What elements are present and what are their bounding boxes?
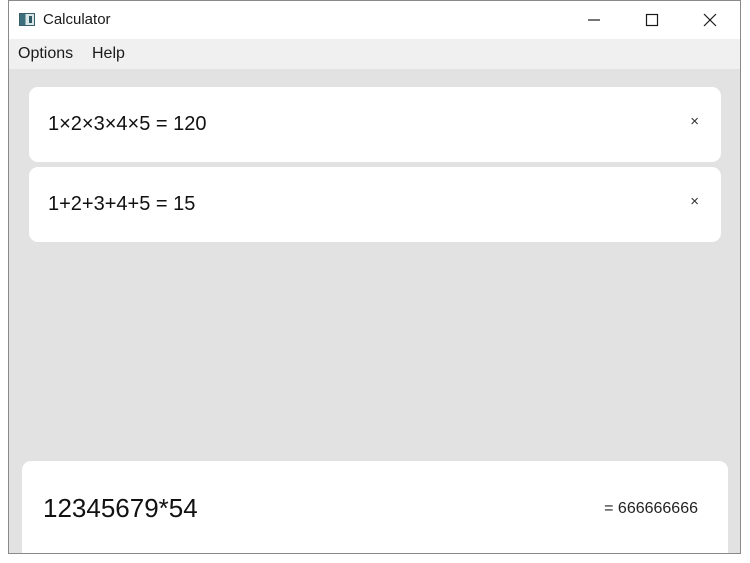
close-button[interactable] — [681, 1, 739, 39]
maximize-button[interactable] — [623, 1, 681, 39]
title-bar[interactable]: Calculator — [9, 1, 740, 39]
menu-options[interactable]: Options — [18, 45, 73, 63]
maximize-icon — [645, 13, 659, 27]
calculator-app-icon — [19, 13, 35, 26]
history-entry[interactable]: 1+2+3+4+5 = 15 × — [29, 167, 721, 242]
menu-bar: Options Help — [9, 39, 740, 69]
minimize-icon — [588, 19, 600, 21]
minimize-button[interactable] — [565, 1, 623, 39]
remove-entry-button[interactable]: × — [690, 194, 699, 209]
close-icon — [703, 13, 717, 27]
history-expression: 1+2+3+4+5 = 15 — [48, 193, 196, 215]
remove-entry-button[interactable]: × — [690, 114, 699, 129]
history-entry[interactable]: 1×2×3×4×5 = 120 × — [29, 87, 721, 162]
history-expression: 1×2×3×4×5 = 120 — [48, 113, 207, 135]
result-preview: = 666666666 — [604, 500, 698, 517]
calculator-window: Calculator Options Help 1×2×3×4×5 = 120 … — [8, 0, 741, 554]
input-panel[interactable]: 12345679*54 = 666666666 — [22, 461, 728, 553]
expression-input[interactable]: 12345679*54 — [43, 493, 198, 524]
window-title: Calculator — [43, 11, 111, 28]
menu-help[interactable]: Help — [92, 45, 125, 63]
